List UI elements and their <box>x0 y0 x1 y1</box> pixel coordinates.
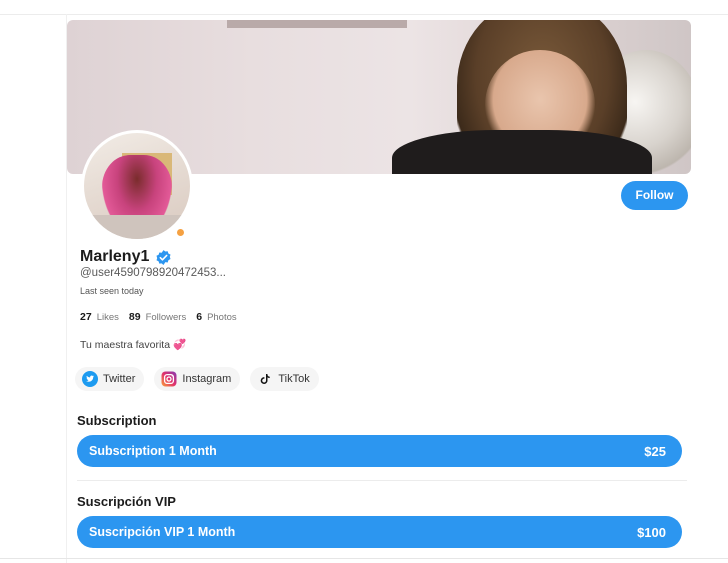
last-seen-text: Last seen today <box>80 286 144 296</box>
stat-label: Photos <box>207 312 237 323</box>
social-links: Twitter Instagram TikTok <box>75 367 319 391</box>
subscription-plan-button[interactable]: Subscription 1 Month $25 <box>77 435 682 467</box>
tiktok-icon <box>257 371 273 387</box>
subscription-section-title: Subscription <box>77 413 157 428</box>
stat-followers: 89 Followers <box>129 311 186 323</box>
stat-likes: 27 Likes <box>80 311 119 323</box>
verified-badge-icon <box>155 249 172 266</box>
social-link-label: Twitter <box>103 373 136 385</box>
plan-label: Suscripción VIP 1 Month <box>89 525 236 539</box>
follow-button[interactable]: Follow <box>621 181 688 210</box>
vip-section-title: Suscripción VIP <box>77 494 176 509</box>
top-divider <box>0 14 728 15</box>
bottom-divider <box>0 558 728 559</box>
plan-label: Subscription 1 Month <box>89 444 217 458</box>
social-link-instagram[interactable]: Instagram <box>154 367 241 391</box>
online-status-dot <box>175 227 186 238</box>
stat-label: Likes <box>96 312 119 323</box>
social-link-label: Instagram <box>182 373 232 385</box>
profile-handle: @user4590798920472453... <box>80 267 226 279</box>
profile-bio: Tu maestra favorita 💞 <box>80 339 187 351</box>
stat-value: 6 <box>196 311 203 323</box>
stat-value: 89 <box>128 311 141 323</box>
avatar[interactable] <box>81 130 193 242</box>
vip-plan-button[interactable]: Suscripción VIP 1 Month $100 <box>77 516 682 548</box>
plan-price: $100 <box>637 524 666 540</box>
social-link-tiktok[interactable]: TikTok <box>250 367 319 391</box>
twitter-icon <box>82 371 98 387</box>
profile-name-row: Marleny1 <box>80 247 172 267</box>
social-link-label: TikTok <box>278 373 310 385</box>
social-link-twitter[interactable]: Twitter <box>75 367 145 391</box>
stat-photos: 6 Photos <box>196 311 236 323</box>
stat-value: 27 <box>80 311 92 323</box>
profile-stats: 27 Likes 89 Followers 6 Photos <box>80 311 237 323</box>
section-divider <box>77 480 687 481</box>
plan-price: $25 <box>644 443 666 459</box>
profile-name: Marleny1 <box>80 248 150 265</box>
stat-label: Followers <box>145 312 187 323</box>
instagram-icon <box>161 371 177 387</box>
